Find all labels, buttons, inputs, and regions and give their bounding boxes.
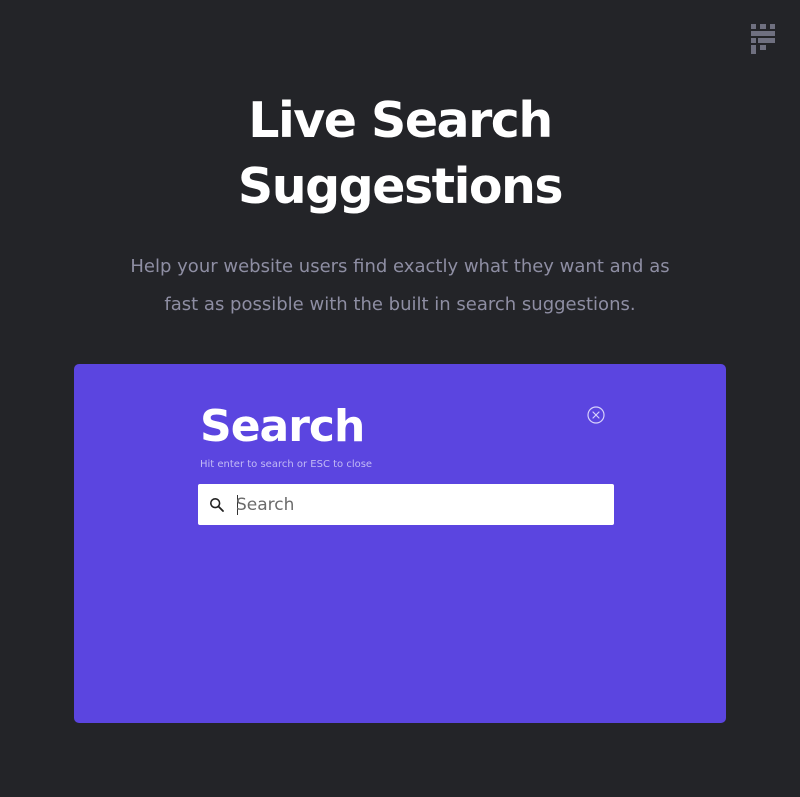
brand-logo-icon [751, 24, 775, 54]
hero-subtitle-line-2: fast as possible with the built in searc… [164, 294, 636, 315]
search-hint-text: Hit enter to search or ESC to close [200, 459, 373, 470]
hero-title-line-2: Suggestions [237, 158, 564, 215]
search-demo-panel: Search Hit enter to search or ESC to clo… [74, 364, 726, 723]
hero-title: Live Search Suggestions [0, 88, 800, 220]
close-circle-icon [587, 406, 605, 424]
hero-title-line-1: Live Search [248, 92, 553, 149]
hero-subtitle: Help your website users find exactly wha… [100, 248, 700, 324]
close-search-button[interactable] [587, 406, 605, 424]
hero-subtitle-line-1: Help your website users find exactly wha… [130, 256, 670, 277]
search-field[interactable] [198, 484, 614, 525]
search-input[interactable] [236, 484, 602, 525]
search-icon [209, 497, 225, 513]
search-modal-title: Search [200, 401, 365, 452]
